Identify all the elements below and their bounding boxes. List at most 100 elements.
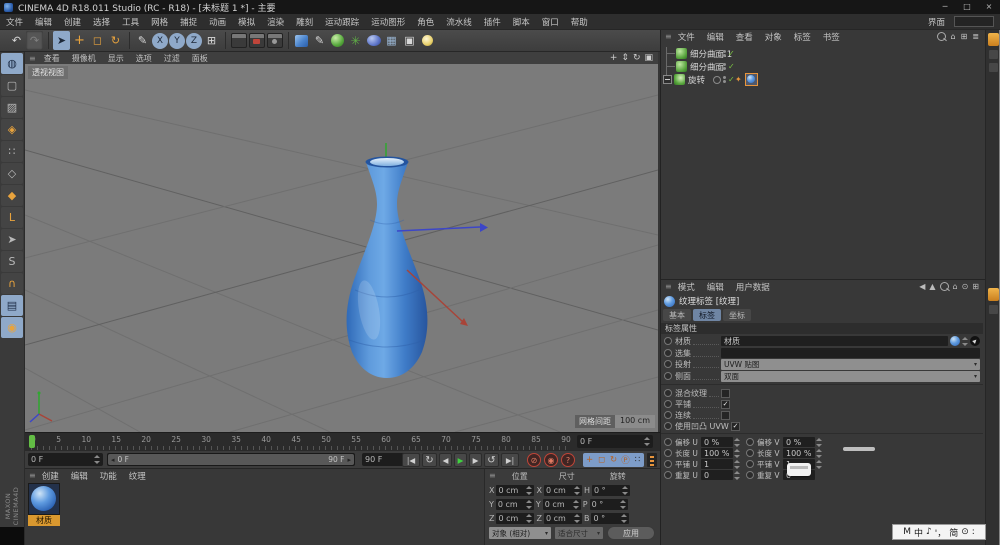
back-arrow-icon[interactable]: ◀ [919, 282, 925, 291]
rotate-view-icon[interactable]: ↻ [633, 53, 641, 63]
enable-check-icon[interactable]: ✓ [728, 62, 735, 71]
toggle-panel-icon[interactable]: ▣ [644, 53, 653, 63]
menubar-item[interactable]: 角色 [411, 16, 440, 28]
rotation-p-field[interactable]: 0 ° [590, 499, 628, 510]
am-menu-item[interactable]: 编辑 [703, 281, 732, 293]
new-window-icon[interactable]: ⊞ [972, 282, 979, 291]
coordinate-system-icon[interactable]: ⊞ [203, 31, 220, 50]
key-parameter-button[interactable]: Ⓟ [620, 454, 631, 466]
lock-z-axis-icon[interactable]: Z [186, 33, 202, 49]
keyframe-circle-icon[interactable] [746, 438, 754, 446]
menubar-item[interactable]: 动画 [203, 16, 232, 28]
size-z-field[interactable]: 0 cm [544, 513, 582, 524]
polygons-mode-icon[interactable]: ◆ [1, 185, 23, 206]
search-icon[interactable] [940, 282, 949, 291]
menubar-item[interactable]: 网格 [145, 16, 174, 28]
om-menu-item[interactable]: 对象 [761, 31, 790, 43]
record-keyframe-button[interactable]: ⊘ [527, 453, 541, 467]
render-picture-viewer-icon[interactable] [248, 31, 265, 50]
render-settings-icon[interactable] [266, 31, 283, 50]
material-name-label[interactable]: 材质 [28, 515, 60, 526]
floor-icon[interactable]: ▦ [383, 31, 400, 50]
menubar-item[interactable]: 流水线 [440, 16, 478, 28]
keyframe-circle-icon[interactable] [664, 360, 672, 368]
autokey-button[interactable]: ◉ [544, 453, 558, 467]
object-row[interactable]: 旋转 ✓ ✦ [661, 73, 983, 86]
sound-toggle-icon[interactable] [647, 453, 657, 467]
visibility-dots-icon[interactable] [723, 63, 726, 70]
goto-end-button[interactable]: ▶| [501, 453, 519, 467]
menubar-item[interactable]: 工具 [116, 16, 145, 28]
maximize-button[interactable]: □ [956, 0, 978, 14]
strip-tab-icon[interactable] [989, 63, 998, 72]
zoom-view-icon[interactable]: ⇕ [621, 53, 629, 63]
strip-tab-icon[interactable] [989, 305, 998, 314]
model-mode-icon[interactable]: ▢ [1, 75, 23, 96]
forward-icon[interactable]: ▲ [929, 282, 935, 291]
filter-icon[interactable]: ⊞ [961, 32, 968, 41]
rotation-b-field[interactable]: 0 ° [591, 513, 629, 524]
next-frame-button[interactable]: ▶ [469, 453, 482, 467]
menubar-item[interactable]: 捕捉 [174, 16, 203, 28]
panel-menu-icon[interactable]: ≡ [661, 282, 674, 291]
keyframe-circle-icon[interactable] [746, 449, 754, 457]
repeat-u-field[interactable]: 0 [701, 470, 733, 480]
workplane-mode-icon[interactable]: ◈ [1, 119, 23, 140]
viewport-menu-item[interactable]: 选项 [130, 53, 158, 64]
stepper-icon[interactable] [643, 436, 650, 447]
record-options-button[interactable]: ? [561, 453, 575, 467]
keyframe-circle-icon[interactable] [664, 438, 672, 446]
rotation-h-field[interactable]: 0 ° [592, 485, 630, 496]
length-v-field[interactable]: 100 % [783, 448, 815, 458]
object-name[interactable]: 旋转 [688, 74, 705, 86]
add-cube-icon[interactable] [293, 31, 310, 50]
panel-menu-icon[interactable]: ≡ [485, 471, 498, 482]
rotate-tool-icon[interactable]: ↻ [107, 31, 124, 50]
key-position-button[interactable]: + [584, 454, 595, 466]
om-menu-item[interactable]: 编辑 [703, 31, 732, 43]
tab-coordinates[interactable]: 坐标 [723, 309, 751, 321]
light-icon[interactable] [419, 31, 436, 50]
menubar-item[interactable]: 选择 [87, 16, 116, 28]
menubar-item[interactable]: 运动跟踪 [319, 16, 365, 28]
list-icon[interactable]: ≣ [972, 32, 979, 41]
tab-basic[interactable]: 基本 [663, 309, 691, 321]
object-row[interactable]: 细分曲面 ✓ [661, 60, 986, 73]
enable-check-icon[interactable]: ✓ [728, 75, 735, 84]
panel-menu-icon[interactable]: ≡ [661, 32, 674, 41]
menubar-item[interactable]: 模拟 [232, 16, 261, 28]
last-tool-icon[interactable]: ✎ [134, 31, 151, 50]
menubar-item[interactable]: 窗口 [536, 16, 565, 28]
layer-toggle-icon[interactable] [713, 76, 721, 84]
mix-textures-checkbox[interactable] [721, 389, 730, 398]
lock-icon[interactable]: ⊙ [962, 282, 969, 291]
material-menu-item[interactable]: 创建 [38, 470, 67, 482]
keyframe-circle-icon[interactable] [746, 460, 754, 468]
position-z-field[interactable]: 0 cm [496, 513, 534, 524]
am-menu-item[interactable]: 模式 [674, 281, 703, 293]
layer-toggle-icon[interactable] [713, 63, 721, 71]
tiles-u-field[interactable]: 1 [701, 459, 733, 469]
ime-toolbar[interactable]: M 中 ♪ '， 简 ⊙ : [892, 524, 986, 540]
search-icon[interactable] [937, 32, 946, 41]
play-backwards-button[interactable]: ↻ [422, 453, 437, 467]
workplane-snap-icon[interactable]: ▤ [1, 295, 23, 316]
stepper-icon[interactable] [815, 459, 822, 470]
object-manager-tab-icon[interactable] [988, 33, 999, 46]
pick-object-icon[interactable] [970, 336, 980, 346]
side-dropdown[interactable]: 双面▾ [721, 371, 980, 382]
quantize-icon[interactable]: ◉ [1, 317, 23, 338]
deformers-icon[interactable] [365, 31, 382, 50]
seamless-checkbox[interactable] [721, 411, 730, 420]
lock-x-axis-icon[interactable]: X [152, 33, 168, 49]
stepper-icon[interactable] [733, 459, 740, 470]
menubar-item[interactable]: 帮助 [565, 16, 594, 28]
playhead[interactable] [29, 435, 35, 448]
layer-toggle-icon[interactable] [713, 50, 721, 58]
viewport-menu-item[interactable]: 显示 [102, 53, 130, 64]
material-swatch[interactable] [28, 483, 60, 515]
edges-mode-icon[interactable]: ◇ [1, 163, 23, 184]
viewport-menu-item[interactable]: 摄像机 [66, 53, 102, 64]
viewport-menu-item[interactable]: 过滤 [158, 53, 186, 64]
home-icon[interactable]: ⌂ [951, 32, 956, 41]
